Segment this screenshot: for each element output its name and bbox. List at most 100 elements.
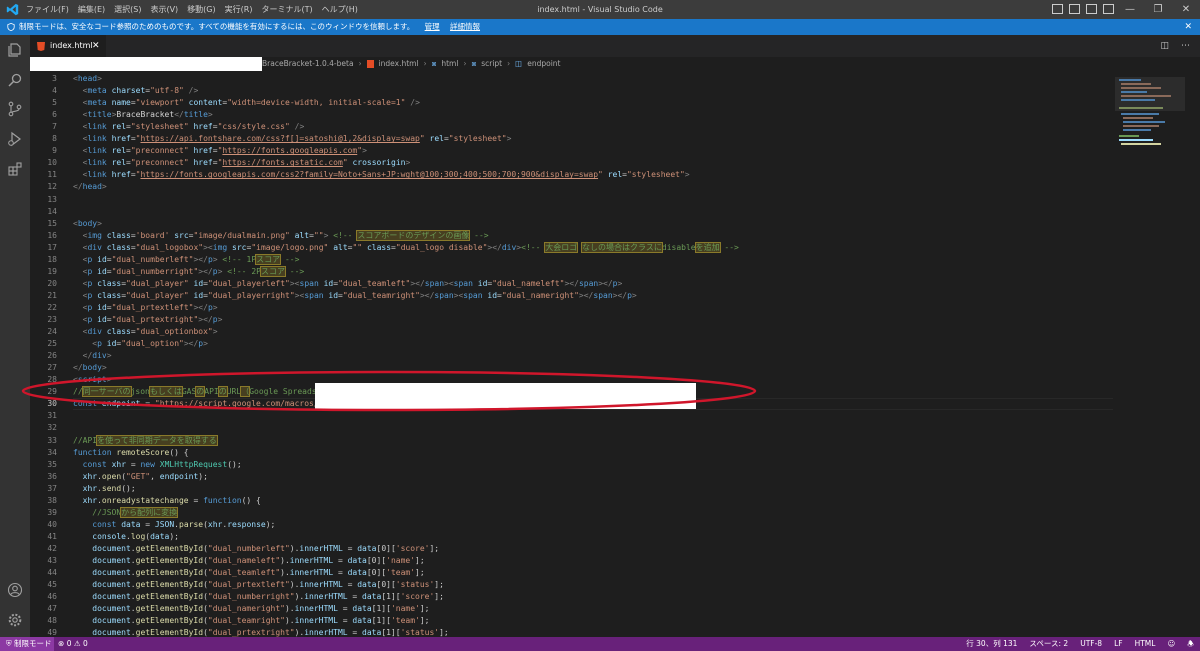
code-line[interactable]: 19 <p id="dual_numberright"></p> <!-- 2P… [30,265,1115,278]
code-text: <link rel="preconnect" href="https://fon… [82,146,367,156]
menu-selection[interactable]: 選択(S) [114,4,141,15]
code-text: <img class='board' src="image/dualmain.p… [82,229,489,241]
code-line[interactable]: 32 [30,422,1115,434]
menu-terminal[interactable]: ターミナル(T) [261,4,312,15]
code-line[interactable]: 47 document.getElementById("dual_namerig… [30,603,1115,615]
end-of-line[interactable]: LF [1114,637,1123,651]
code-line[interactable]: 12 </head> [30,181,1115,193]
code-line[interactable]: 34 function remoteScore() { [30,447,1115,459]
code-line[interactable]: 36 xhr.open("GET", endpoint); [30,471,1115,483]
tab-label: index.html [50,41,93,50]
code-line[interactable]: 25 <p id="dual_option"></p> [30,338,1115,350]
vertical-scrollbar[interactable] [1190,71,1200,637]
code-line[interactable]: 31 [30,410,1115,422]
menu-file[interactable]: ファイル(F) [26,4,69,15]
close-window-icon[interactable]: ✕ [1172,0,1200,19]
code-text: <div class="dual_logobox"><img src="imag… [82,241,739,253]
menu-view[interactable]: 表示(V) [150,4,178,15]
symbol-element-icon: ⧈ [471,59,477,68]
minimap[interactable] [1115,71,1185,637]
code-line[interactable]: 23 <p id="dual_prtextright"></p> [30,314,1115,326]
code-line[interactable]: 21 <p class="dual_player" id="dual_playe… [30,290,1115,302]
code-line[interactable]: 4 <meta charset="utf-8" /> [30,85,1115,97]
menu-edit[interactable]: 編集(E) [78,4,105,15]
cursor-position[interactable]: 行 30、列 131 [966,637,1017,651]
notifications-bell-icon[interactable]: 🕭 [1187,637,1194,651]
breadcrumb-html[interactable]: html [441,57,458,71]
toggle-panel-icon[interactable] [1069,4,1080,14]
breadcrumb-folder[interactable]: BraceBracket-1.0.4-beta [262,57,354,71]
code-line[interactable]: 42 document.getElementById("dual_numberl… [30,543,1115,555]
restricted-mode-indicator[interactable]: ⛨ 制限モード [0,637,54,651]
code-line[interactable]: 44 document.getElementById("dual_teamlef… [30,567,1115,579]
code-line[interactable]: 18 <p id="dual_numberleft"></p> <!-- 1Pス… [30,253,1115,266]
code-line[interactable]: 8 <link href="https://api.fontshare.com/… [30,133,1115,145]
search-icon[interactable] [7,72,23,88]
code-line[interactable]: 35 const xhr = new XMLHttpRequest(); [30,459,1115,471]
breadcrumb: BraceBracket-1.0.4-beta › index.html › ⧈… [30,57,1110,71]
menu-help[interactable]: ヘルプ(H) [322,4,358,15]
banner-close-icon[interactable]: ✕ [1184,19,1192,35]
problems-indicator[interactable]: ⊗ 0 ⚠ 0 [58,637,88,651]
code-line[interactable]: 9 <link rel="preconnect" href="https://f… [30,145,1115,157]
code-line[interactable]: 11 <link href="https://fonts.googleapis.… [30,169,1115,181]
indentation[interactable]: スペース: 2 [1029,637,1068,651]
details-link[interactable]: 詳細情報 [450,22,480,31]
code-line[interactable]: 15 <body> [30,218,1115,230]
code-text: <meta charset="utf-8" /> [82,86,199,96]
code-editor[interactable]: 3 <head> 4 <meta charset="utf-8" /> 5 <meta… [30,73,1115,637]
run-debug-icon[interactable] [7,131,23,147]
html-file-icon [37,42,45,51]
code-line[interactable]: 17 <div class="dual_logobox"><img src="i… [30,241,1115,254]
toggle-sidebar-icon[interactable] [1052,4,1063,14]
restore-icon[interactable]: ❐ [1144,0,1172,19]
explorer-icon[interactable] [7,42,23,58]
code-line[interactable]: 5 <meta name="viewport" content="width=d… [30,97,1115,109]
code-line[interactable]: 49 document.getElementById("dual_prtextr… [30,627,1115,637]
code-line[interactable]: 7 <link rel="stylesheet" href="css/style… [30,121,1115,133]
breadcrumb-endpoint[interactable]: endpoint [527,57,560,71]
code-line[interactable]: 48 document.getElementById("dual_teamrig… [30,615,1115,627]
code-line[interactable]: 27 </body> [30,362,1115,374]
code-line[interactable]: 41 console.log(data); [30,531,1115,543]
menu-run[interactable]: 実行(R) [225,4,253,15]
breadcrumb-script[interactable]: script [481,57,502,71]
code-line[interactable]: 22 <p id="dual_prtextleft"></p> [30,302,1115,314]
code-line[interactable]: 46 document.getElementById("dual_numberr… [30,591,1115,603]
code-line[interactable]: 45 document.getElementById("dual_prtextl… [30,579,1115,591]
code-text: document.getElementById("dual_nameright"… [92,604,430,614]
language-mode[interactable]: HTML [1135,637,1156,651]
settings-gear-icon[interactable] [7,612,23,628]
code-line[interactable]: 43 document.getElementById("dual_namelef… [30,555,1115,567]
code-line[interactable]: 20 <p class="dual_player" id="dual_playe… [30,278,1115,290]
code-line[interactable]: 6 <title>BraceBracket</title> [30,109,1115,121]
code-line[interactable]: 33 //APIを使って非同期データを取得する [30,434,1115,447]
code-line[interactable]: 26 </div> [30,350,1115,362]
code-line[interactable]: 3 <head> [30,73,1115,85]
tab-index-html[interactable]: index.html ✕ [30,35,106,57]
code-line[interactable]: 38 xhr.onreadystatechange = function() { [30,495,1115,507]
code-line[interactable]: 13 [30,194,1115,206]
tab-close-icon[interactable]: ✕ [92,35,100,57]
code-line[interactable]: 10 <link rel="preconnect" href="https://… [30,157,1115,169]
code-line[interactable]: 39 //JSONから配列に変換 [30,506,1115,519]
customize-layout-icon[interactable] [1103,4,1114,14]
feedback-icon[interactable]: ☺ [1167,637,1175,651]
source-control-icon[interactable] [7,101,23,117]
toggle-secondary-sidebar-icon[interactable] [1086,4,1097,14]
code-text: <p class="dual_player" id="dual_playerle… [82,278,623,288]
encoding[interactable]: UTF-8 [1080,637,1102,651]
breadcrumb-file[interactable]: index.html [379,57,419,71]
code-line[interactable]: 37 xhr.send(); [30,483,1115,495]
minimize-icon[interactable]: — [1116,0,1144,19]
code-line[interactable]: 40 const data = JSON.parse(xhr.response)… [30,519,1115,531]
account-icon[interactable] [7,582,23,598]
extensions-icon[interactable] [7,161,23,177]
code-line[interactable]: 24 <div class="dual_optionbox"> [30,326,1115,338]
more-actions-icon[interactable]: ⋯ [1181,35,1190,57]
manage-link[interactable]: 管理 [425,22,440,31]
code-line[interactable]: 14 [30,206,1115,218]
menu-go[interactable]: 移動(G) [187,4,215,15]
code-line[interactable]: 16 <img class='board' src="image/dualmai… [30,229,1115,242]
split-editor-icon[interactable]: ◫ [1160,35,1169,57]
